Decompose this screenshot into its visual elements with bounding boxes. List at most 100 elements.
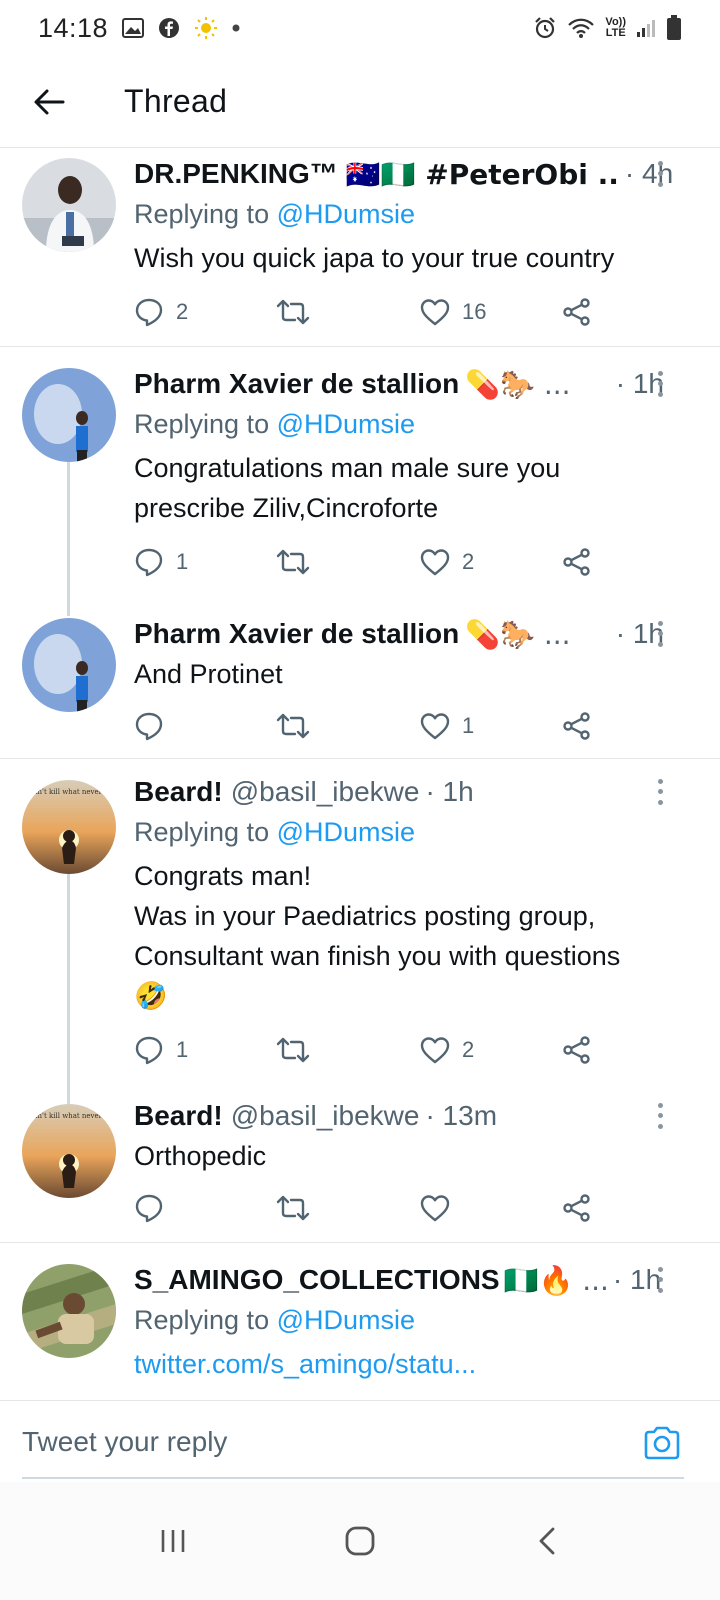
tweet-actions: 2 16 — [134, 292, 604, 332]
reply-count: 1 — [176, 549, 189, 574]
share-button[interactable] — [562, 711, 592, 741]
reply-button[interactable]: 2 — [134, 297, 188, 327]
tweet-reply-input[interactable] — [22, 1411, 582, 1473]
recent-apps-icon — [162, 1530, 185, 1552]
avatar-text: You can't kill what never lived. — [22, 1112, 116, 1120]
tweet-2[interactable]: Pharm Xavier de stallion 💊🐎 ... · 1h Rep… — [0, 358, 720, 608]
home-button[interactable] — [330, 1511, 390, 1571]
retweet-icon — [276, 711, 310, 741]
replying-to-link[interactable]: @HDumsie — [277, 817, 415, 847]
retweet-button[interactable] — [276, 547, 322, 577]
recent-apps-button[interactable] — [143, 1511, 203, 1571]
heart-icon — [420, 548, 450, 576]
tweet-actions — [134, 1188, 604, 1228]
reply-icon — [134, 547, 164, 577]
tweet-time: · 1h — [425, 776, 474, 807]
more-options-button[interactable] — [650, 776, 670, 808]
share-icon — [562, 547, 592, 577]
retweet-icon — [276, 297, 310, 327]
retweet-icon — [276, 1035, 310, 1065]
like-count: 1 — [462, 713, 475, 738]
divider — [0, 758, 720, 759]
author-name[interactable]: Pharm Xavier de stallion — [134, 368, 459, 400]
like-button[interactable]: 1 — [420, 712, 474, 740]
tweet-actions: 1 — [134, 706, 604, 746]
like-button[interactable]: 2 — [420, 1036, 474, 1064]
reply-bar — [0, 1400, 720, 1482]
like-button[interactable] — [420, 1194, 462, 1222]
tweet-6[interactable]: S_AMINGO_COLLECTIONS 🇳🇬🔥 ... · 1h Replyi… — [0, 1256, 720, 1400]
tweet-body: Beard! @basil_ibekwe · 1h Replying to @H… — [134, 772, 700, 1016]
alarm-icon — [533, 16, 557, 40]
reply-button[interactable]: 1 — [134, 547, 188, 577]
tweet-header: Beard! @basil_ibekwe · 13m — [134, 1096, 700, 1136]
retweet-icon — [276, 547, 310, 577]
tweet-4[interactable]: You can't kill what never lived. Beard! … — [0, 770, 720, 1090]
wifi-icon — [567, 17, 595, 39]
retweet-button[interactable] — [276, 297, 322, 327]
replying-to-link[interactable]: @HDumsie — [277, 199, 415, 229]
facebook-icon — [158, 17, 180, 39]
reply-icon — [134, 711, 164, 741]
like-button[interactable]: 2 — [420, 548, 474, 576]
battery-icon — [666, 15, 682, 41]
reply-count: 2 — [176, 299, 189, 324]
tweet-header: Pharm Xavier de stallion 💊🐎 ... · 1h — [134, 364, 700, 404]
more-options-button[interactable] — [650, 618, 670, 650]
avatar-s-amingo[interactable] — [22, 1264, 116, 1358]
share-button[interactable] — [562, 547, 592, 577]
avatar-pharm-xavier[interactable] — [22, 368, 116, 462]
tweet-link[interactable]: twitter.com/s_amingo/statu... — [134, 1344, 700, 1384]
tweet-5[interactable]: You can't kill what never lived. Beard! … — [0, 1094, 720, 1240]
volte-text-bottom: LTE — [605, 27, 626, 39]
reply-button[interactable] — [134, 711, 176, 741]
replying-to-link[interactable]: @HDumsie — [277, 409, 415, 439]
author-name[interactable]: S_AMINGO_COLLECTIONS — [134, 1264, 500, 1296]
divider — [0, 1242, 720, 1243]
author-name[interactable]: Pharm Xavier de stallion — [134, 618, 459, 650]
share-icon — [562, 1193, 592, 1223]
retweet-button[interactable] — [276, 711, 322, 741]
tweet-body: S_AMINGO_COLLECTIONS 🇳🇬🔥 ... · 1h Replyi… — [134, 1260, 700, 1384]
reply-icon — [134, 297, 164, 327]
camera-button[interactable] — [642, 1423, 682, 1463]
back-icon — [539, 1527, 555, 1555]
tweet-3[interactable]: Pharm Xavier de stallion 💊🐎 ... · 1h And… — [0, 608, 720, 758]
tweet-header: S_AMINGO_COLLECTIONS 🇳🇬🔥 ... · 1h — [134, 1260, 700, 1300]
author-handle[interactable]: @basil_ibekwe — [231, 776, 420, 808]
reply-button[interactable] — [134, 1193, 176, 1223]
more-options-button[interactable] — [650, 1264, 670, 1296]
avatar-beard[interactable]: You can't kill what never lived. — [22, 1104, 116, 1198]
system-back-button[interactable] — [517, 1511, 577, 1571]
tweet-text: Congrats man! Was in your Paediatrics po… — [134, 861, 621, 1011]
author-name[interactable]: Beard! — [134, 776, 223, 808]
share-button[interactable] — [562, 1193, 592, 1223]
back-button[interactable] — [24, 77, 74, 127]
gallery-icon — [122, 18, 145, 38]
avatar-drpenking[interactable] — [22, 158, 116, 252]
replying-to-link[interactable]: @HDumsie — [277, 1305, 415, 1335]
dot-icon — [232, 24, 240, 32]
author-name[interactable]: Beard! — [134, 1100, 223, 1132]
retweet-button[interactable] — [276, 1193, 322, 1223]
replying-to: Replying to @HDumsie — [134, 1300, 700, 1340]
more-options-button[interactable] — [650, 1100, 670, 1132]
more-options-button[interactable] — [650, 158, 670, 190]
tweet-1[interactable]: DR.PENKING™ 🇦🇺🇳🇬 #PeterObi .. · 4h Reply… — [0, 148, 720, 346]
more-options-button[interactable] — [650, 368, 670, 400]
share-button[interactable] — [562, 297, 592, 327]
reply-count: 1 — [176, 1037, 189, 1062]
avatar-pharm-xavier[interactable] — [22, 618, 116, 712]
retweet-button[interactable] — [276, 1035, 322, 1065]
like-button[interactable]: 16 — [420, 298, 486, 326]
author-name-suffix: 💊🐎 ... — [465, 367, 571, 401]
volte-icon: Vo)) LTE — [605, 17, 626, 39]
header: Thread — [0, 56, 720, 148]
author-name[interactable]: DR.PENKING™ — [134, 158, 338, 190]
reply-button[interactable]: 1 — [134, 1035, 188, 1065]
share-button[interactable] — [562, 1035, 592, 1065]
tweet-body: DR.PENKING™ 🇦🇺🇳🇬 #PeterObi .. · 4h Reply… — [134, 154, 700, 278]
author-handle[interactable]: @basil_ibekwe — [231, 1100, 420, 1132]
avatar-beard[interactable]: You can't kill what never lived. — [22, 780, 116, 874]
like-count: 2 — [462, 549, 475, 574]
